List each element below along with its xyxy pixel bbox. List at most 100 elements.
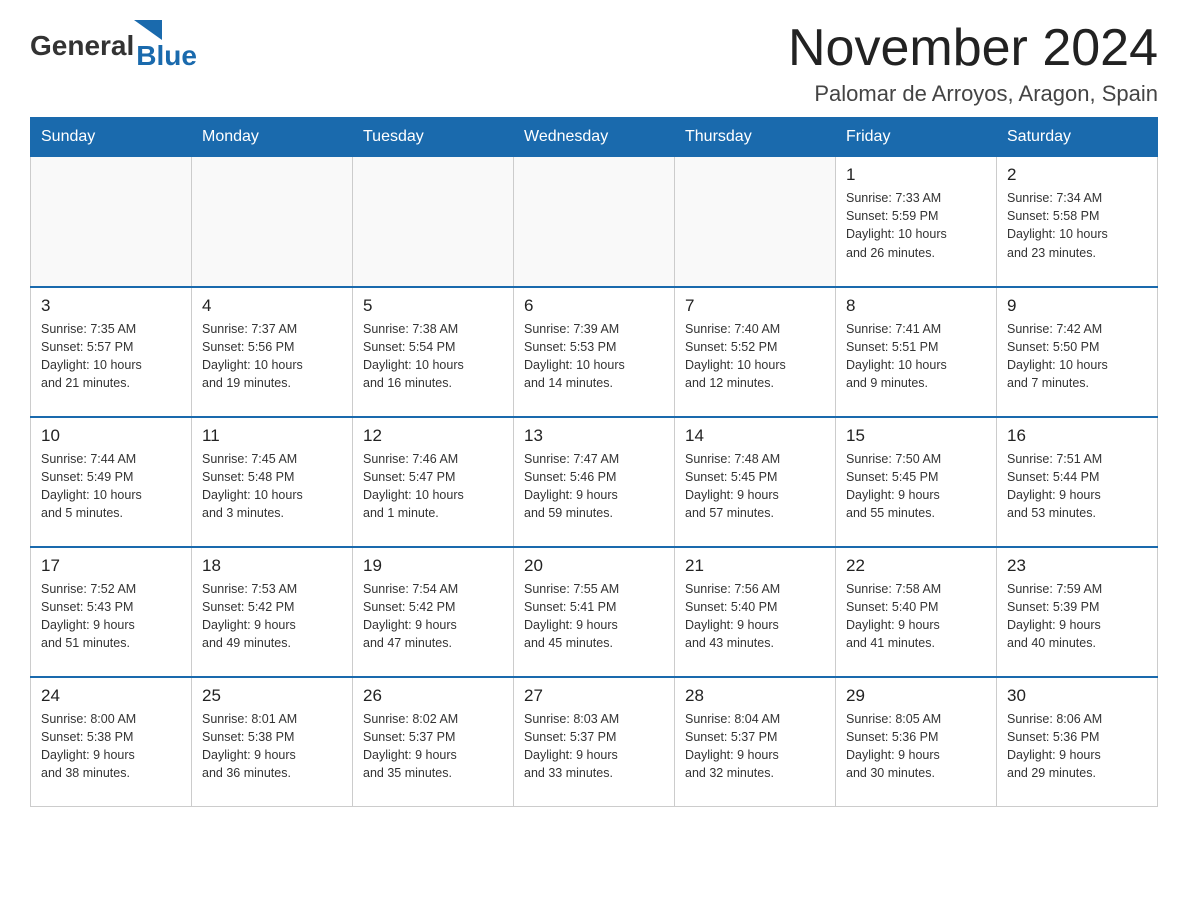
day-number: 5	[363, 296, 503, 316]
calendar-cell: 14 Sunrise: 7:48 AM Sunset: 5:45 PM Dayli…	[675, 417, 836, 547]
day-number: 28	[685, 686, 825, 706]
day-number: 16	[1007, 426, 1147, 446]
calendar-cell: 22Sunrise: 7:58 AM Sunset: 5:40 PM Dayli…	[836, 547, 997, 677]
day-number: 27	[524, 686, 664, 706]
calendar-header-tuesday: Tuesday	[353, 118, 514, 157]
logo-flag-icon	[134, 20, 162, 40]
day-number: 6	[524, 296, 664, 316]
calendar-cell: 3 Sunrise: 7:35 AM Sunset: 5:57 PM Daylig…	[31, 287, 192, 417]
calendar-cell: 27 Sunrise: 8:03 AM Sunset: 5:37 PM Dayli…	[514, 677, 675, 807]
day-number: 11	[202, 426, 342, 446]
calendar-cell: 26Sunrise: 8:02 AM Sunset: 5:37 PM Dayli…	[353, 677, 514, 807]
calendar-week-row-4: 17 Sunrise: 7:52 AM Sunset: 5:43 PM Dayli…	[31, 547, 1158, 677]
day-info: Sunrise: 7:38 AM Sunset: 5:54 PM Dayligh…	[363, 320, 503, 393]
calendar-cell	[192, 157, 353, 287]
title-area: November 2024 Palomar de Arroyos, Aragon…	[788, 20, 1158, 107]
day-number: 10	[41, 426, 181, 446]
day-info: Sunrise: 7:55 AM Sunset: 5:41 PM Dayligh…	[524, 580, 664, 653]
day-info: Sunrise: 7:52 AM Sunset: 5:43 PM Dayligh…	[41, 580, 181, 653]
calendar-cell: 11Sunrise: 7:45 AM Sunset: 5:48 PM Dayli…	[192, 417, 353, 547]
day-info: Sunrise: 8:03 AM Sunset: 5:37 PM Dayligh…	[524, 710, 664, 783]
day-info: Sunrise: 7:58 AM Sunset: 5:40 PM Dayligh…	[846, 580, 986, 653]
day-number: 24	[41, 686, 181, 706]
calendar-cell: 10 Sunrise: 7:44 AM Sunset: 5:49 PM Dayli…	[31, 417, 192, 547]
calendar-cell: 13 Sunrise: 7:47 AM Sunset: 5:46 PM Dayli…	[514, 417, 675, 547]
day-number: 18	[202, 556, 342, 576]
day-info: Sunrise: 7:53 AM Sunset: 5:42 PM Dayligh…	[202, 580, 342, 653]
day-info: Sunrise: 7:35 AM Sunset: 5:57 PM Dayligh…	[41, 320, 181, 393]
day-number: 19	[363, 556, 503, 576]
calendar-cell: 17 Sunrise: 7:52 AM Sunset: 5:43 PM Dayli…	[31, 547, 192, 677]
calendar-cell: 20 Sunrise: 7:55 AM Sunset: 5:41 PM Dayli…	[514, 547, 675, 677]
day-number: 26	[363, 686, 503, 706]
location-subtitle: Palomar de Arroyos, Aragon, Spain	[788, 81, 1158, 107]
day-info: Sunrise: 7:59 AM Sunset: 5:39 PM Dayligh…	[1007, 580, 1147, 653]
day-number: 3	[41, 296, 181, 316]
calendar-cell: 28 Sunrise: 8:04 AM Sunset: 5:37 PM Dayli…	[675, 677, 836, 807]
day-info: Sunrise: 7:34 AM Sunset: 5:58 PM Dayligh…	[1007, 189, 1147, 262]
calendar-week-row-5: 24Sunrise: 8:00 AM Sunset: 5:38 PM Dayli…	[31, 677, 1158, 807]
calendar-cell: 16 Sunrise: 7:51 AM Sunset: 5:44 PM Dayli…	[997, 417, 1158, 547]
day-info: Sunrise: 8:04 AM Sunset: 5:37 PM Dayligh…	[685, 710, 825, 783]
calendar-cell: 21 Sunrise: 7:56 AM Sunset: 5:40 PM Dayli…	[675, 547, 836, 677]
day-number: 14	[685, 426, 825, 446]
day-number: 15	[846, 426, 986, 446]
logo-blue-part: Blue	[134, 20, 197, 72]
calendar-cell: 23 Sunrise: 7:59 AM Sunset: 5:39 PM Dayli…	[997, 547, 1158, 677]
calendar-cell	[675, 157, 836, 287]
day-info: Sunrise: 8:06 AM Sunset: 5:36 PM Dayligh…	[1007, 710, 1147, 783]
day-info: Sunrise: 7:41 AM Sunset: 5:51 PM Dayligh…	[846, 320, 986, 393]
logo-general-text: General	[30, 30, 134, 62]
calendar-cell: 25Sunrise: 8:01 AM Sunset: 5:38 PM Dayli…	[192, 677, 353, 807]
day-info: Sunrise: 8:01 AM Sunset: 5:38 PM Dayligh…	[202, 710, 342, 783]
day-info: Sunrise: 7:40 AM Sunset: 5:52 PM Dayligh…	[685, 320, 825, 393]
day-number: 23	[1007, 556, 1147, 576]
calendar-week-row-3: 10 Sunrise: 7:44 AM Sunset: 5:49 PM Dayli…	[31, 417, 1158, 547]
day-number: 9	[1007, 296, 1147, 316]
calendar-cell	[31, 157, 192, 287]
calendar-cell: 15 Sunrise: 7:50 AM Sunset: 5:45 PM Dayli…	[836, 417, 997, 547]
day-number: 17	[41, 556, 181, 576]
day-info: Sunrise: 7:48 AM Sunset: 5:45 PM Dayligh…	[685, 450, 825, 523]
day-number: 12	[363, 426, 503, 446]
calendar-cell	[514, 157, 675, 287]
day-number: 13	[524, 426, 664, 446]
calendar-cell: 29 Sunrise: 8:05 AM Sunset: 5:36 PM Dayli…	[836, 677, 997, 807]
calendar-table: SundayMondayTuesdayWednesdayThursdayFrid…	[30, 117, 1158, 807]
day-info: Sunrise: 7:46 AM Sunset: 5:47 PM Dayligh…	[363, 450, 503, 523]
logo: General Blue	[30, 20, 197, 72]
day-number: 20	[524, 556, 664, 576]
day-info: Sunrise: 7:56 AM Sunset: 5:40 PM Dayligh…	[685, 580, 825, 653]
day-info: Sunrise: 7:50 AM Sunset: 5:45 PM Dayligh…	[846, 450, 986, 523]
calendar-cell: 12 Sunrise: 7:46 AM Sunset: 5:47 PM Dayli…	[353, 417, 514, 547]
calendar-cell: 4Sunrise: 7:37 AM Sunset: 5:56 PM Daylig…	[192, 287, 353, 417]
calendar-cell: 18 Sunrise: 7:53 AM Sunset: 5:42 PM Dayli…	[192, 547, 353, 677]
day-info: Sunrise: 7:44 AM Sunset: 5:49 PM Dayligh…	[41, 450, 181, 523]
calendar-cell: 1Sunrise: 7:33 AM Sunset: 5:59 PM Daylig…	[836, 157, 997, 287]
calendar-week-row-1: 1Sunrise: 7:33 AM Sunset: 5:59 PM Daylig…	[31, 157, 1158, 287]
day-number: 4	[202, 296, 342, 316]
calendar-cell: 24Sunrise: 8:00 AM Sunset: 5:38 PM Dayli…	[31, 677, 192, 807]
calendar-header-friday: Friday	[836, 118, 997, 157]
month-title: November 2024	[788, 20, 1158, 77]
day-number: 30	[1007, 686, 1147, 706]
day-info: Sunrise: 7:47 AM Sunset: 5:46 PM Dayligh…	[524, 450, 664, 523]
day-info: Sunrise: 7:42 AM Sunset: 5:50 PM Dayligh…	[1007, 320, 1147, 393]
calendar-cell: 6 Sunrise: 7:39 AM Sunset: 5:53 PM Daylig…	[514, 287, 675, 417]
logo-blue-text: Blue	[136, 40, 197, 72]
day-number: 21	[685, 556, 825, 576]
calendar-header-row: SundayMondayTuesdayWednesdayThursdayFrid…	[31, 118, 1158, 157]
calendar-cell: 8Sunrise: 7:41 AM Sunset: 5:51 PM Daylig…	[836, 287, 997, 417]
day-info: Sunrise: 8:05 AM Sunset: 5:36 PM Dayligh…	[846, 710, 986, 783]
calendar-header-saturday: Saturday	[997, 118, 1158, 157]
day-info: Sunrise: 7:33 AM Sunset: 5:59 PM Dayligh…	[846, 189, 986, 262]
calendar-week-row-2: 3 Sunrise: 7:35 AM Sunset: 5:57 PM Daylig…	[31, 287, 1158, 417]
calendar-cell: 9 Sunrise: 7:42 AM Sunset: 5:50 PM Daylig…	[997, 287, 1158, 417]
day-number: 29	[846, 686, 986, 706]
day-info: Sunrise: 7:39 AM Sunset: 5:53 PM Dayligh…	[524, 320, 664, 393]
calendar-cell: 5 Sunrise: 7:38 AM Sunset: 5:54 PM Daylig…	[353, 287, 514, 417]
day-info: Sunrise: 7:51 AM Sunset: 5:44 PM Dayligh…	[1007, 450, 1147, 523]
calendar-header-wednesday: Wednesday	[514, 118, 675, 157]
calendar-cell	[353, 157, 514, 287]
day-number: 7	[685, 296, 825, 316]
